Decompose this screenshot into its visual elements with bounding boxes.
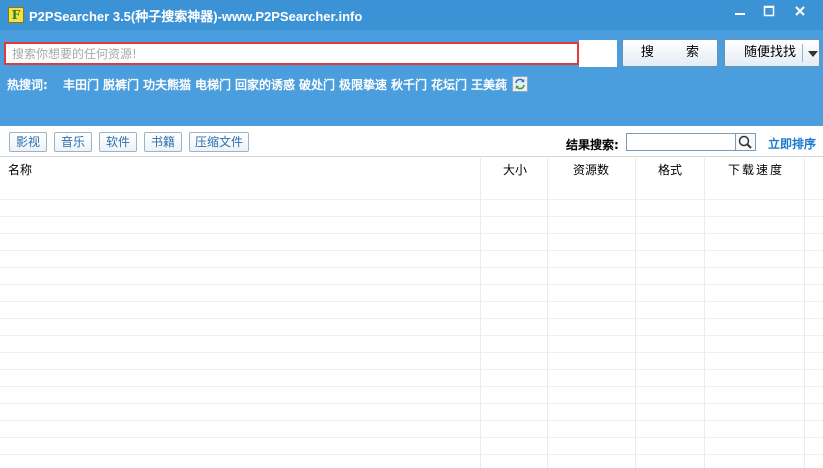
table-row[interactable]	[0, 234, 823, 251]
minimize-button[interactable]	[725, 0, 755, 26]
column-header-speed[interactable]: 下载速度	[705, 158, 805, 183]
hot-term-link[interactable]: 功夫熊猫	[143, 76, 191, 93]
category-music-button[interactable]: 音乐	[54, 132, 92, 152]
column-header-format[interactable]: 格式	[636, 158, 705, 183]
category-archives-button[interactable]: 压缩文件	[189, 132, 249, 152]
hot-term-link[interactable]: 极限挚速	[339, 76, 387, 93]
column-header-name[interactable]: 名称	[0, 158, 481, 183]
results-table-header: 名称 大小 资源数 格式 下载速度	[0, 158, 823, 183]
table-row[interactable]	[0, 421, 823, 438]
close-button[interactable]	[785, 0, 815, 26]
sort-now-link[interactable]: 立即排序	[768, 135, 816, 152]
table-row[interactable]	[0, 251, 823, 268]
hot-term-link[interactable]: 电梯门	[195, 76, 231, 93]
column-header-size[interactable]: 大小	[481, 158, 548, 183]
hot-term-link[interactable]: 丰田门	[63, 76, 99, 93]
hot-terms-label: 热搜词:	[7, 78, 48, 92]
hot-term-link[interactable]: 王美莼	[471, 76, 507, 93]
table-row[interactable]	[0, 370, 823, 387]
maximize-button[interactable]	[754, 0, 784, 26]
maximize-icon	[763, 5, 775, 17]
table-row[interactable]	[0, 353, 823, 370]
table-row[interactable]	[0, 285, 823, 302]
search-field[interactable]	[4, 42, 579, 65]
table-row[interactable]	[0, 183, 823, 200]
search-input[interactable]	[6, 44, 577, 63]
hot-term-link[interactable]: 破处门	[299, 76, 335, 93]
refresh-arrows-icon	[515, 78, 525, 90]
table-row[interactable]	[0, 387, 823, 404]
result-search-button[interactable]	[736, 133, 756, 151]
chevron-down-icon[interactable]	[808, 51, 818, 57]
title-bar: F P2PSearcher 3.5(种子搜索神器)-www.P2PSearche…	[0, 0, 823, 30]
random-search-label: 随便找找	[744, 45, 797, 60]
dropdown-separator	[802, 44, 803, 62]
table-row[interactable]	[0, 217, 823, 234]
table-row[interactable]	[0, 319, 823, 336]
random-search-button[interactable]: 随便找找	[724, 39, 820, 67]
category-movies-button[interactable]: 影视	[9, 132, 47, 152]
category-books-button[interactable]: 书籍	[144, 132, 182, 152]
refresh-icon[interactable]	[512, 76, 528, 92]
hot-term-link[interactable]: 花坛门	[431, 76, 467, 93]
app-icon: F	[8, 7, 24, 23]
window-title: P2PSearcher 3.5(种子搜索神器)-www.P2PSearcher.…	[29, 9, 363, 24]
table-row[interactable]	[0, 336, 823, 353]
minimize-icon	[735, 13, 745, 15]
hot-term-link[interactable]: 回家的诱惑	[235, 76, 295, 93]
filter-bar: 影视 音乐 软件 书籍 压缩文件 结果搜索: 立即排序	[0, 126, 823, 157]
category-software-button[interactable]: 软件	[99, 132, 137, 152]
result-search-label: 结果搜索:	[566, 138, 619, 152]
search-button[interactable]: 搜 索	[622, 39, 718, 67]
table-row[interactable]	[0, 200, 823, 217]
search-input-extension[interactable]	[579, 40, 617, 67]
column-header-sources[interactable]: 资源数	[548, 158, 636, 183]
table-row[interactable]	[0, 404, 823, 421]
result-search-field[interactable]	[626, 133, 736, 151]
results-table-body[interactable]	[0, 183, 823, 468]
result-search-input[interactable]	[627, 134, 735, 150]
table-row[interactable]	[0, 302, 823, 319]
table-row[interactable]	[0, 438, 823, 455]
table-row[interactable]	[0, 268, 823, 285]
close-icon	[795, 6, 805, 16]
hot-term-link[interactable]: 秋千门	[391, 76, 427, 93]
hot-term-link[interactable]: 脱裤门	[103, 76, 139, 93]
magnifier-icon	[738, 135, 752, 149]
